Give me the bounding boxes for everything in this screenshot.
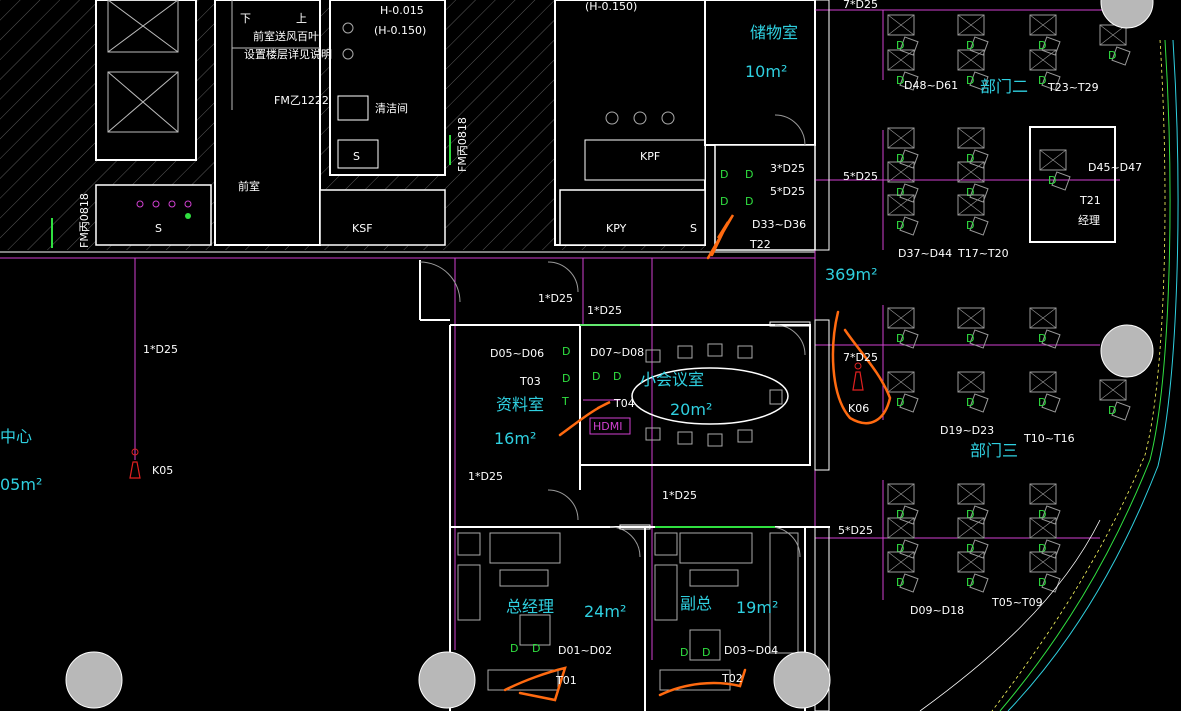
sensor-icon [129,362,864,479]
cable-corridor-a: 1*D25 [538,292,573,305]
shaft-s-3: S [690,222,697,235]
open-area-size: 369m² [825,265,878,284]
cable-right-mid: 7*D25 [843,351,878,364]
meeting-room-area: 20m² [670,400,712,419]
stair-down-label: 下 [240,12,251,25]
building-core [0,0,816,251]
left-center-name: 中心 [0,427,32,446]
ws-t05-t09: T05~T09 [991,596,1043,609]
svg-text:D: D [720,168,728,181]
cable-mid-right: 5*D25 [843,170,878,183]
ws-d33-d36: D33~D36 [752,218,806,231]
door-fm-label: FM乙1222 [274,94,329,107]
ws-d01-d02: D01~D02 [558,644,612,657]
floor-plan-drawing: D [0,0,1179,711]
ws-d09-d18: D09~D18 [910,604,964,617]
shaft-s-1: S [155,222,162,235]
ws-d05-d06: D05~D06 [490,347,544,360]
gm-office-name: 总经理 [506,597,554,616]
svg-text:D: D [613,370,621,383]
ws-t02: T02 [721,672,743,685]
ws-d37-d44: D37~D44 [898,247,952,260]
ws-t03: T03 [519,375,541,388]
cable-corridor-b: 1*D25 [587,304,622,317]
cable-left-drop: 1*D25 [143,343,178,356]
ws-t01: T01 [555,674,577,687]
orange-markup [503,214,892,702]
vp-office-area: 19m² [736,598,778,617]
sensor-k06: K06 [848,402,869,415]
ws-t17-t20: T17~T20 [957,247,1009,260]
svg-text:D: D [532,642,540,655]
ws-t04: T04 [613,397,635,410]
workstations [887,14,1131,593]
ksf-label: KSF [352,222,373,235]
kpf-label: KPF [640,150,660,163]
vp-office-name: 副总 [680,594,712,613]
ws-t23-t29: T23~T29 [1047,81,1099,94]
archive-room-area: 16m² [494,429,536,448]
ws-d48-d61: D48~D61 [904,79,958,92]
door-fm-vertical: FM丙0818 [78,193,91,248]
manager-label: 经理 [1078,214,1100,227]
elevation-1: H-0.015 [380,4,424,17]
dept2-label: 部门二 [980,77,1028,96]
cable-top-right: 7*D25 [843,0,878,11]
elevation-3: (H-0.150) [585,0,637,13]
ws-t21: T21 [1079,194,1101,207]
ws-d07-d08: D07~D08 [590,346,644,359]
gm-office-area: 24m² [584,602,626,621]
archive-room-name: 资料室 [496,395,544,414]
kpy-label: KPY [606,222,627,235]
cable-lower-right: 5*D25 [838,524,873,537]
shaft-s-2: S [353,150,360,163]
storage-room-name: 储物室 [750,23,798,42]
dept3-label: 部门三 [970,441,1018,460]
svg-text:D: D [562,345,570,358]
cable-archive: 1*D25 [468,470,503,483]
left-center-area: 05m² [0,475,42,494]
ws-d19-d23: D19~D23 [940,424,994,437]
note-2: 设置楼层详见说明 [244,47,332,61]
svg-text:D: D [680,646,688,659]
svg-text:D: D [720,195,728,208]
hdmi-label: HDMI [593,420,622,433]
svg-text:D: D [745,195,753,208]
front-room-label: 前室 [238,179,260,193]
storage-room-area: 10m² [745,62,787,81]
svg-text:D: D [745,168,753,181]
ws-t10-t16: T10~T16 [1023,432,1075,445]
svg-text:T: T [561,395,569,408]
ws-t22: T22 [749,238,771,251]
svg-text:D: D [702,646,710,659]
ws-d45-d47: D45~D47 [1088,161,1142,174]
meeting-table [631,343,789,447]
elevation-2: (H-0.150) [374,24,426,37]
cable-storage-partial: 3*D25 [770,162,805,175]
cable-center: 1*D25 [662,489,697,502]
svg-text:D: D [592,370,600,383]
meeting-room-name: 小会议室 [640,370,704,389]
sensor-k05: K05 [152,464,173,477]
cleaning-room-label: 清洁间 [375,102,408,115]
door-fm-vertical-2: FM丙0818 [456,117,469,172]
stair-up-label: 上 [296,12,307,25]
svg-text:D: D [562,372,570,385]
svg-text:D: D [510,642,518,655]
ws-d03-d04: D03~D04 [724,644,778,657]
note-1: 前室送风百叶 [253,29,319,43]
cable-storage-overlap: 5*D25 [770,185,805,198]
